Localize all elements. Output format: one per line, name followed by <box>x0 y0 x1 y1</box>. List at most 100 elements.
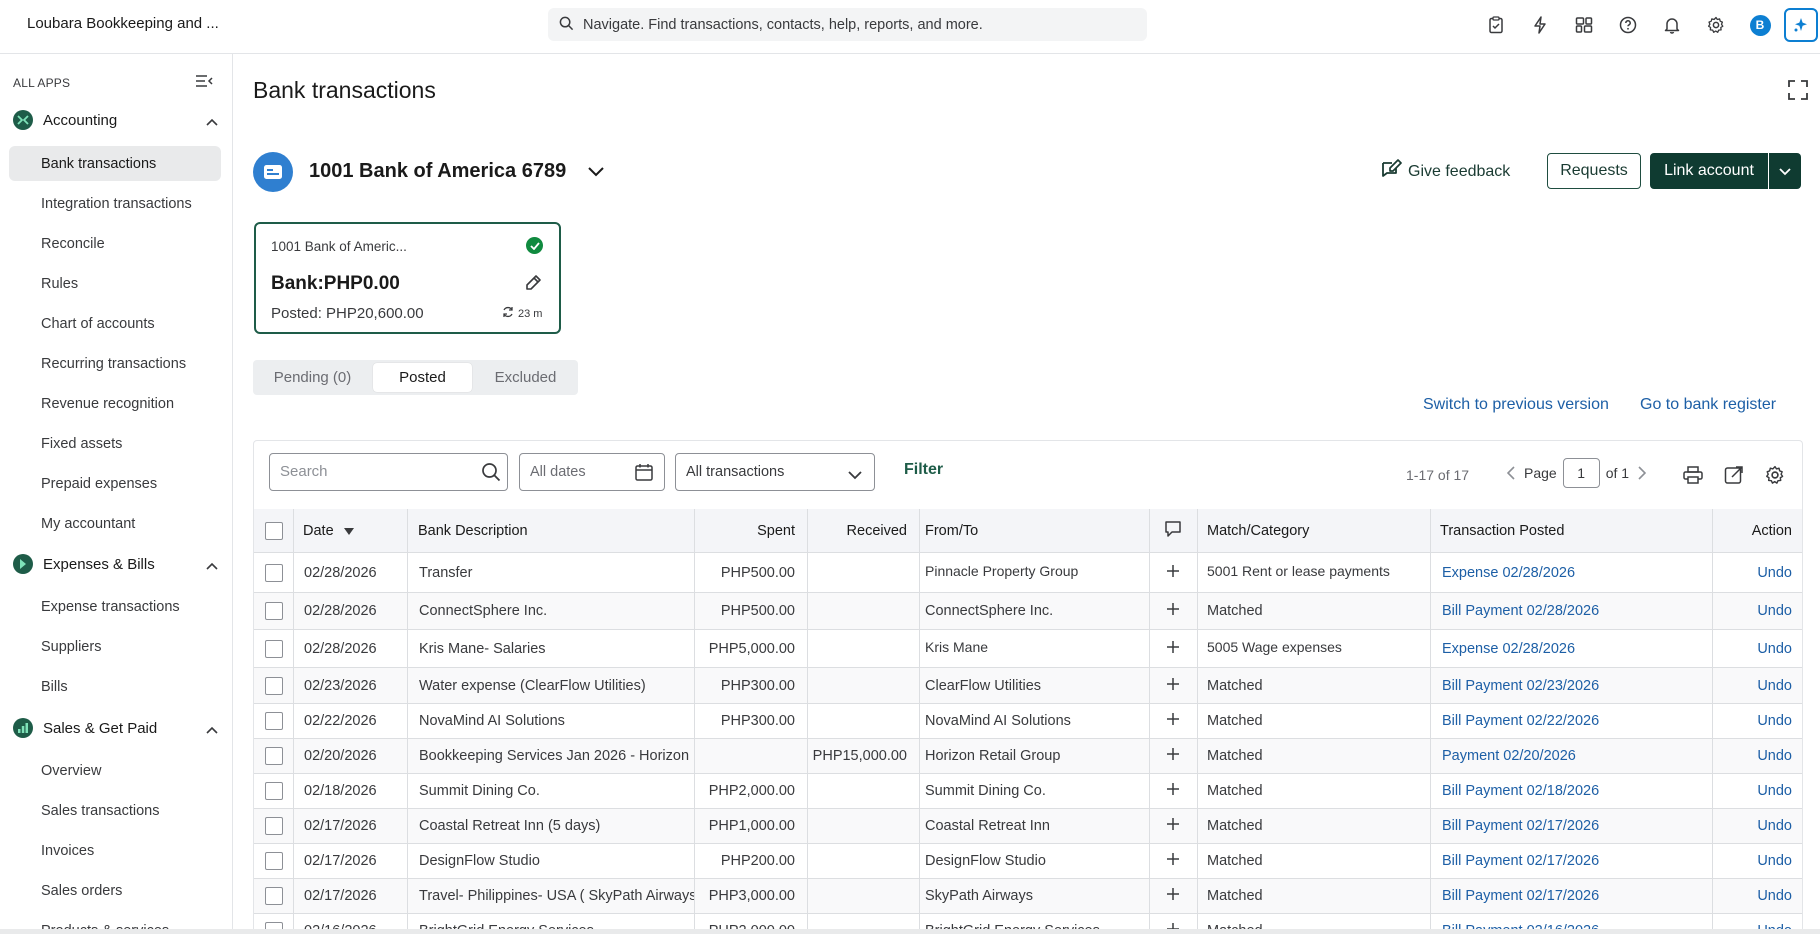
sidebar-item-chart-of-accounts[interactable]: Chart of accounts <box>9 306 221 341</box>
undo-link[interactable]: Undo <box>1712 668 1802 703</box>
table-row[interactable]: 02/17/2026 DesignFlow Studio PHP200.00 Desi… <box>254 844 1802 879</box>
cell-transaction-posted[interactable]: Bill Payment 02/22/2026 <box>1430 704 1712 738</box>
sidebar-item-prepaid-expenses[interactable]: Prepaid expenses <box>9 466 221 501</box>
add-comment-cell[interactable] <box>1149 739 1197 773</box>
collapse-sidebar-icon[interactable] <box>195 74 213 91</box>
add-comment-cell[interactable] <box>1149 844 1197 878</box>
sidebar-item-sales-transactions[interactable]: Sales transactions <box>9 793 221 828</box>
column-received[interactable]: Received <box>807 509 919 553</box>
sidebar-item-invoices[interactable]: Invoices <box>9 833 221 868</box>
table-row[interactable]: 02/18/2026 Summit Dining Co. PHP2,000.00 Su… <box>254 774 1802 809</box>
cell-transaction-posted[interactable]: Expense 02/28/2026 <box>1430 630 1712 667</box>
sidebar-item-bank-transactions[interactable]: Bank transactions <box>9 146 221 181</box>
pencil-icon[interactable] <box>524 274 542 295</box>
cell-transaction-posted[interactable]: Bill Payment 02/23/2026 <box>1430 668 1712 703</box>
table-row[interactable]: 02/28/2026 Kris Mane- Salaries PHP5,000.00… <box>254 630 1802 668</box>
export-icon[interactable] <box>1713 462 1754 488</box>
row-checkbox-cell[interactable] <box>254 809 293 843</box>
sidebar-item-bills[interactable]: Bills <box>9 669 221 704</box>
gear-icon[interactable] <box>1694 8 1738 42</box>
add-comment-cell[interactable] <box>1149 774 1197 808</box>
column-description[interactable]: Bank Description <box>407 509 694 553</box>
sidebar-item-sales-orders[interactable]: Sales orders <box>9 873 221 908</box>
select-all-checkbox[interactable] <box>254 509 293 553</box>
add-comment-cell[interactable] <box>1149 668 1197 703</box>
checkbox[interactable] <box>264 676 283 695</box>
row-checkbox-cell[interactable] <box>254 774 293 808</box>
fullscreen-icon[interactable] <box>1788 80 1808 103</box>
settings-icon[interactable] <box>1754 462 1795 488</box>
cell-transaction-posted[interactable]: Payment 02/20/2026 <box>1430 739 1712 773</box>
cell-transaction-posted[interactable]: Expense 02/28/2026 <box>1430 553 1712 592</box>
lightning-icon[interactable] <box>1518 8 1562 42</box>
all-apps-label[interactable]: ALL APPS <box>13 76 70 90</box>
row-checkbox-cell[interactable] <box>254 593 293 629</box>
table-row[interactable]: 02/17/2026 Travel- Philippines- USA ( Sky… <box>254 879 1802 914</box>
bell-icon[interactable] <box>1650 8 1694 42</box>
plus-icon[interactable] <box>1167 783 1179 799</box>
cell-transaction-posted[interactable]: Bill Payment 02/17/2026 <box>1430 879 1712 913</box>
sidebar-item-expense-transactions[interactable]: Expense transactions <box>9 589 221 624</box>
checkbox[interactable] <box>264 639 283 658</box>
row-checkbox-cell[interactable] <box>254 879 293 913</box>
go-to-bank-register-link[interactable]: Go to bank register <box>1640 396 1776 414</box>
tab-pending[interactable]: Pending (0) <box>256 363 369 392</box>
row-checkbox-cell[interactable] <box>254 844 293 878</box>
give-feedback-link[interactable]: Give feedback <box>1380 159 1510 184</box>
undo-link[interactable]: Undo <box>1712 593 1802 629</box>
sidebar-section-expenses[interactable]: Expenses & Bills <box>13 551 218 577</box>
page-number-input[interactable]: 1 <box>1562 458 1600 488</box>
plus-icon[interactable] <box>1167 888 1179 904</box>
add-comment-cell[interactable] <box>1149 630 1197 667</box>
row-checkbox-cell[interactable] <box>254 739 293 773</box>
checkbox[interactable] <box>264 852 283 870</box>
checkbox[interactable] <box>264 712 283 730</box>
table-row[interactable]: 02/28/2026 ConnectSphere Inc. PHP500.00 Con… <box>254 593 1802 630</box>
company-name[interactable]: Loubara Bookkeeping and ... <box>27 15 219 32</box>
transaction-type-select[interactable]: All transactions <box>675 453 875 491</box>
row-checkbox-cell[interactable] <box>254 553 293 592</box>
add-comment-cell[interactable] <box>1149 704 1197 738</box>
sidebar-section-accounting[interactable]: Accounting <box>13 107 218 133</box>
add-comment-cell[interactable] <box>1149 879 1197 913</box>
undo-link[interactable]: Undo <box>1712 844 1802 878</box>
undo-link[interactable]: Undo <box>1712 774 1802 808</box>
column-transaction-posted[interactable]: Transaction Posted <box>1430 509 1712 553</box>
sidebar-item-integration-transactions[interactable]: Integration transactions <box>9 186 221 221</box>
plus-icon[interactable] <box>1167 603 1179 619</box>
undo-link[interactable]: Undo <box>1712 704 1802 738</box>
plus-icon[interactable] <box>1167 853 1179 869</box>
chevron-right-icon[interactable] <box>1638 466 1647 480</box>
tasks-icon[interactable] <box>1474 8 1518 42</box>
search-input[interactable] <box>280 463 470 480</box>
row-checkbox-cell[interactable] <box>254 704 293 738</box>
link-account-button[interactable]: Link account <box>1650 153 1768 189</box>
search-icon[interactable] <box>481 462 501 485</box>
checkbox[interactable] <box>264 782 283 800</box>
horizontal-scrollbar[interactable] <box>0 929 1820 934</box>
undo-link[interactable]: Undo <box>1712 553 1802 592</box>
undo-link[interactable]: Undo <box>1712 630 1802 667</box>
sidebar-item-fixed-assets[interactable]: Fixed assets <box>9 426 221 461</box>
sidebar-item-rules[interactable]: Rules <box>9 266 221 301</box>
plus-icon[interactable] <box>1167 677 1179 694</box>
link-account-dropdown[interactable] <box>1769 153 1801 189</box>
plus-icon[interactable] <box>1167 713 1179 729</box>
checkbox[interactable] <box>264 602 283 620</box>
add-comment-cell[interactable] <box>1149 553 1197 592</box>
sidebar-item-revenue-recognition[interactable]: Revenue recognition <box>9 386 221 421</box>
sidebar-item-suppliers[interactable]: Suppliers <box>9 629 221 664</box>
table-row[interactable]: 02/22/2026 NovaMind AI Solutions PHP300.00… <box>254 704 1802 739</box>
undo-link[interactable]: Undo <box>1712 879 1802 913</box>
date-filter[interactable]: All dates <box>519 453 665 491</box>
filter-button[interactable]: Filter <box>904 461 943 479</box>
column-spent[interactable]: Spent <box>694 509 807 553</box>
cell-transaction-posted[interactable]: Bill Payment 02/17/2026 <box>1430 809 1712 843</box>
column-match-category[interactable]: Match/Category <box>1197 509 1430 553</box>
sidebar-item-recurring-transactions[interactable]: Recurring transactions <box>9 346 221 381</box>
cell-transaction-posted[interactable]: Bill Payment 02/18/2026 <box>1430 774 1712 808</box>
column-date[interactable]: Date <box>293 509 407 553</box>
tab-excluded[interactable]: Excluded <box>476 363 575 392</box>
assistant-button[interactable] <box>1782 8 1820 42</box>
row-checkbox-cell[interactable] <box>254 668 293 703</box>
